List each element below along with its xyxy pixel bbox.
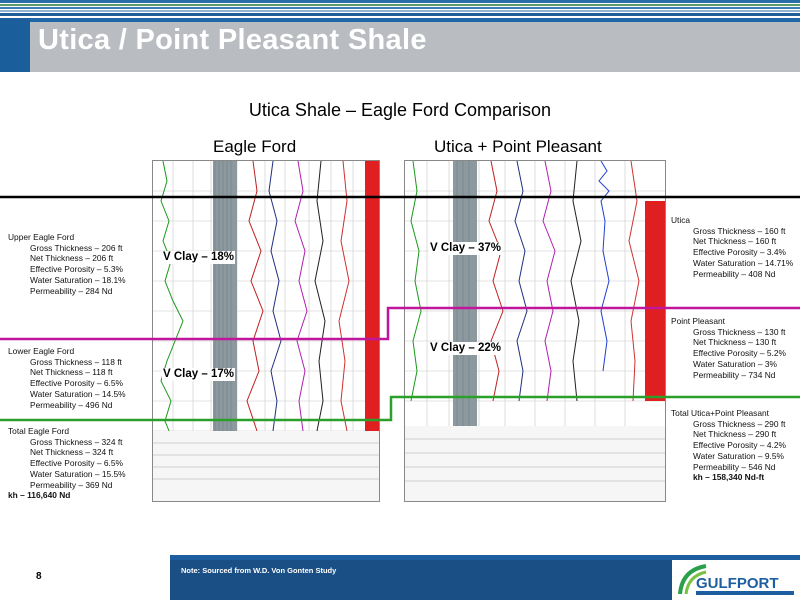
stat-line: Effective Porosity – 6.5%	[30, 458, 123, 469]
logo-text: GULFPORT	[696, 575, 779, 592]
utica-kh: kh – 158,340 Nd-ft	[693, 472, 765, 483]
stat-line: Gross Thickness – 118 ft	[30, 356, 122, 367]
total-eagle-ford-heading: Total Eagle Ford	[8, 426, 69, 436]
vclay-point-pleasant: V Clay – 22%	[429, 342, 502, 355]
utica-heading: Utica	[671, 215, 691, 225]
stat-line: Water Saturation – 14.71%	[693, 257, 794, 268]
stat-line: Effective Porosity – 5.3%	[30, 264, 123, 275]
stat-line: Gross Thickness – 290 ft	[693, 418, 786, 429]
total-utica-stats: Total Utica+Point Pleasant Gross Thickne…	[671, 408, 786, 483]
stat-line: Permeability – 284 Nd	[30, 285, 113, 296]
stat-line: Net Thickness – 206 ft	[30, 253, 114, 264]
stat-line: Permeability – 734 Nd	[693, 369, 776, 380]
gulfport-logo: GULFPORT	[672, 560, 800, 600]
stat-line: Permeability – 369 Nd	[30, 479, 113, 490]
stat-line: Permeability – 546 Nd	[693, 461, 776, 472]
footer-page-area	[0, 555, 170, 600]
vclay-upper-eagle-ford: V Clay – 18%	[162, 251, 235, 264]
point-pleasant-heading: Point Pleasant	[671, 316, 726, 326]
point-pleasant-stats: Point Pleasant Gross Thickness – 130 ft …	[671, 316, 786, 380]
vclay-lower-eagle-ford: V Clay – 17%	[162, 368, 235, 381]
stat-line: Effective Porosity – 5.2%	[693, 348, 786, 359]
lower-eagle-ford-stats: Lower Eagle Ford Gross Thickness – 118 f…	[8, 346, 126, 410]
source-note: Note: Sourced from W.D. Von Gonten Study	[181, 566, 337, 575]
stat-line: Net Thickness – 290 ft	[693, 429, 777, 440]
stat-line: Net Thickness – 324 ft	[30, 447, 114, 458]
stat-line: Net Thickness – 130 ft	[693, 337, 777, 348]
stat-line: Effective Porosity – 3.4%	[693, 247, 786, 258]
stat-line: Gross Thickness – 324 ft	[30, 436, 123, 447]
stat-line: Net Thickness – 118 ft	[30, 367, 113, 378]
stat-line: Water Saturation – 3%	[693, 358, 777, 369]
eagle-ford-kh: kh – 116,640 Nd	[8, 490, 71, 501]
stat-line: Gross Thickness – 130 ft	[693, 326, 786, 337]
upper-eagle-ford-stats: Upper Eagle Ford Gross Thickness – 206 f…	[8, 232, 126, 296]
total-utica-heading: Total Utica+Point Pleasant	[671, 408, 769, 418]
formation-marker-lines	[0, 195, 800, 422]
stat-line: Gross Thickness – 206 ft	[30, 242, 123, 253]
stat-line: Gross Thickness – 160 ft	[693, 225, 786, 236]
stat-line: Effective Porosity – 6.5%	[30, 378, 123, 389]
upper-eagle-ford-heading: Upper Eagle Ford	[8, 232, 75, 242]
page-number: 8	[36, 571, 42, 582]
lower-eagle-ford-heading: Lower Eagle Ford	[8, 346, 75, 356]
stat-line: Water Saturation – 9.5%	[693, 450, 784, 461]
stat-line: Water Saturation – 14.5%	[30, 388, 126, 399]
stat-line: Net Thickness – 160 ft	[693, 236, 777, 247]
stat-line: Permeability – 408 Nd	[693, 268, 776, 279]
total-eagle-ford-stats: Total Eagle Ford Gross Thickness – 324 f…	[8, 426, 126, 501]
stat-line: Water Saturation – 15.5%	[30, 468, 126, 479]
stat-line: Permeability – 496 Nd	[30, 399, 113, 410]
vclay-utica: V Clay – 37%	[429, 242, 502, 255]
stat-line: Water Saturation – 18.1%	[30, 274, 126, 285]
utica-stats: Utica Gross Thickness – 160 ft Net Thick…	[671, 215, 793, 279]
stat-line: Effective Porosity – 4.2%	[693, 440, 786, 451]
